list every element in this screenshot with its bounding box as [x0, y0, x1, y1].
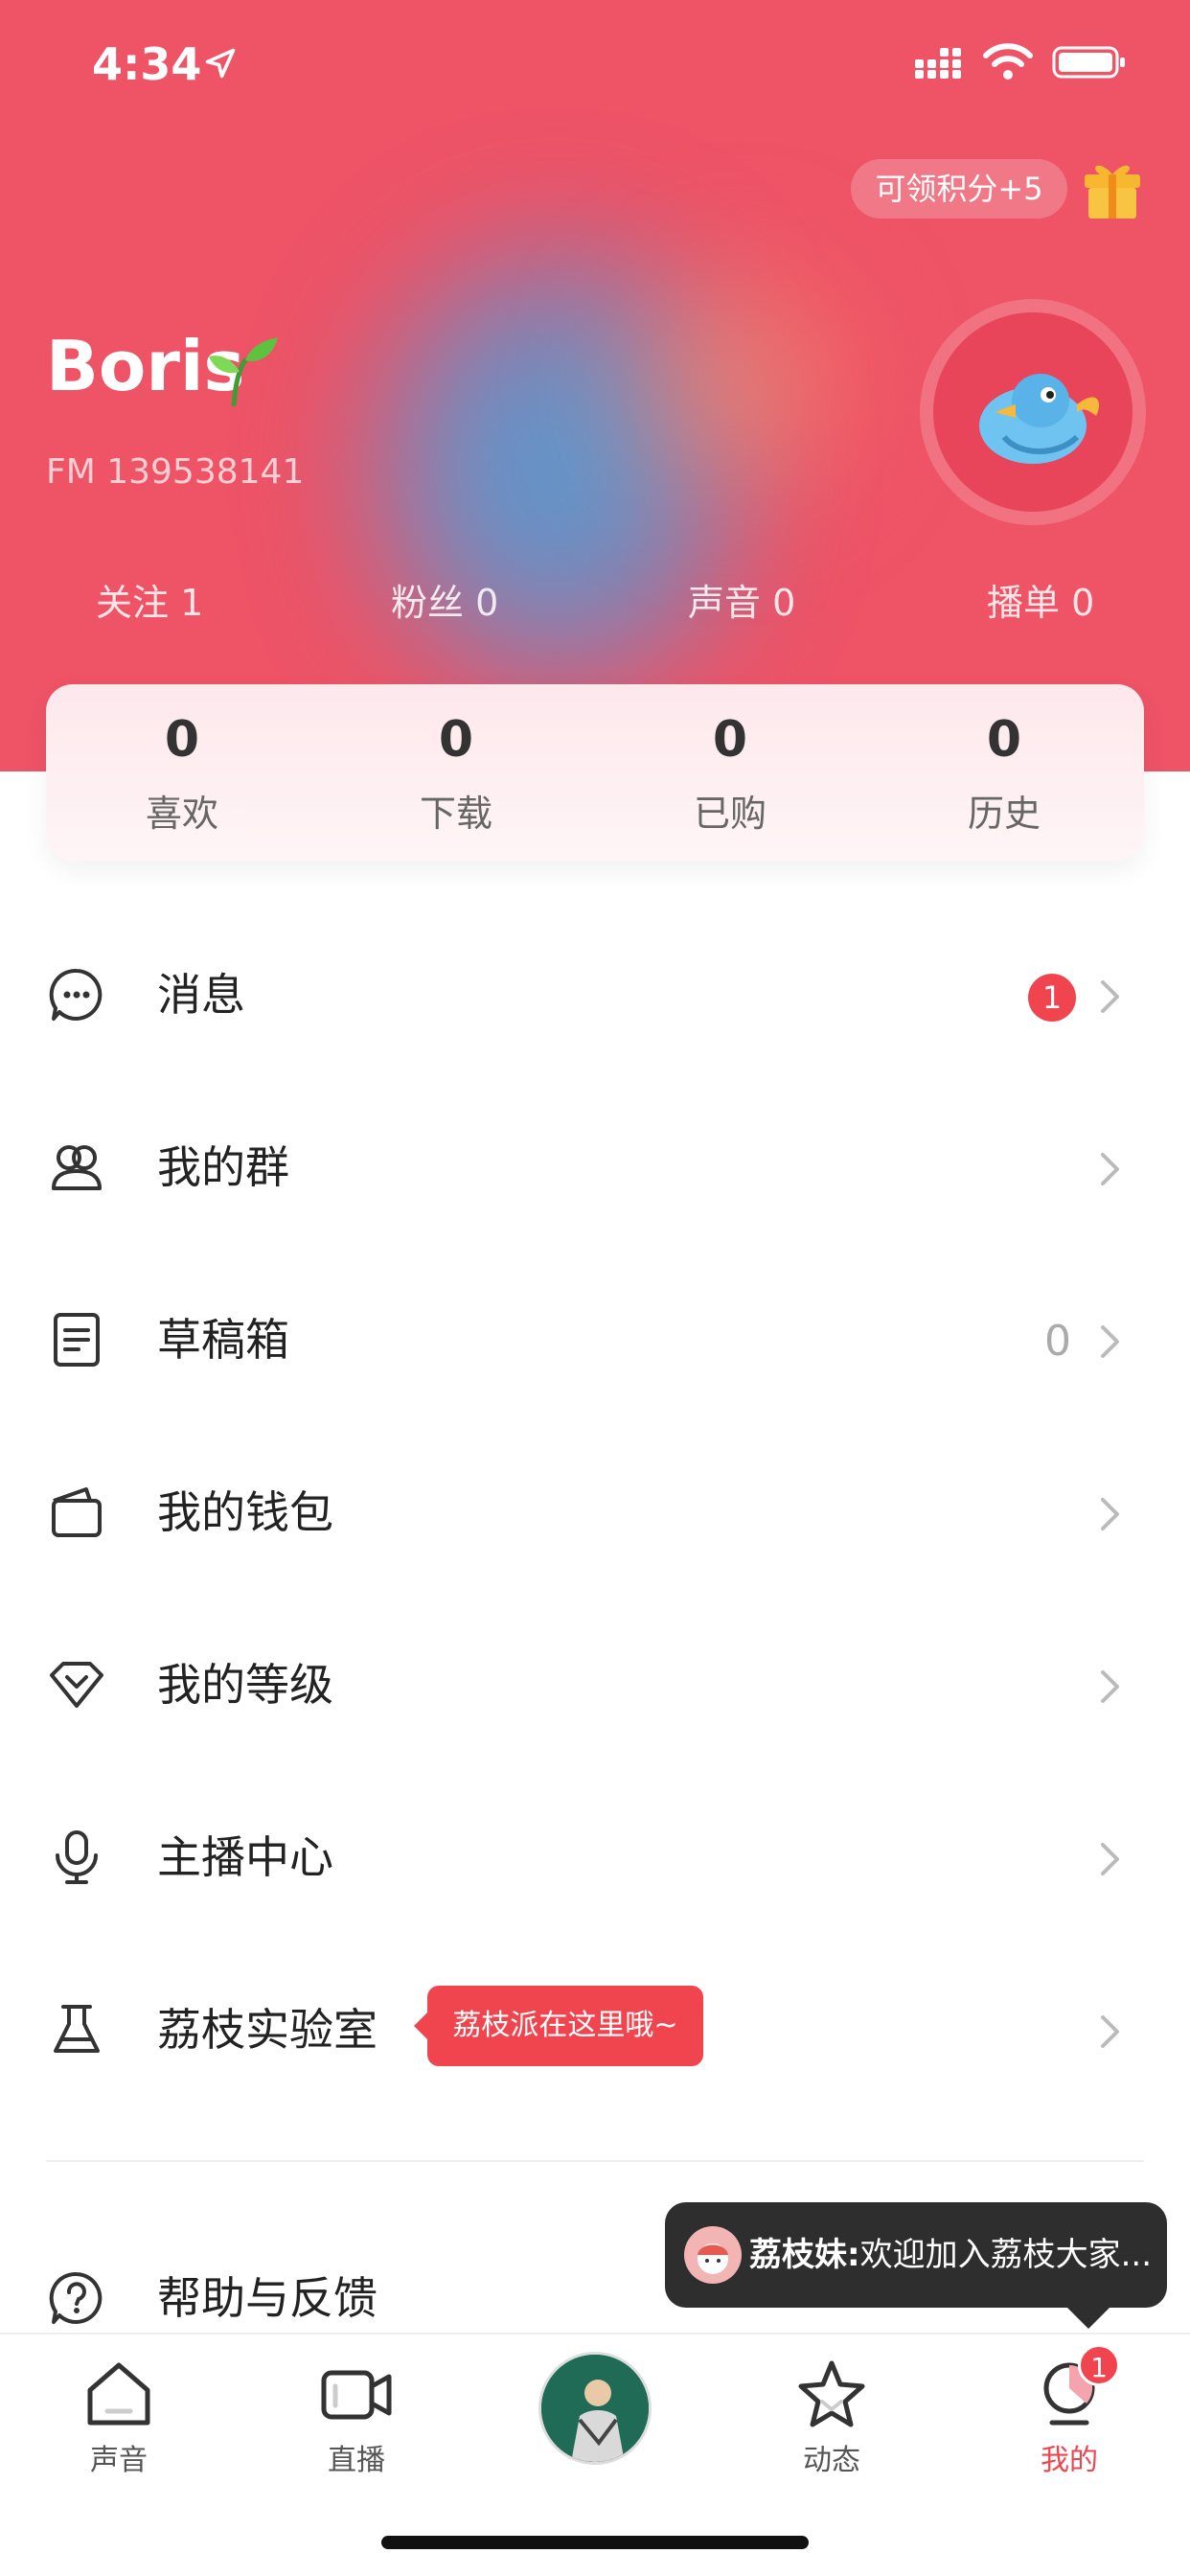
chevron-right-icon [1101, 1670, 1119, 1703]
history-value: 0 [986, 711, 1022, 769]
header-gradient-blob-orange [594, 240, 881, 527]
menu-label-anchor-center: 主播中心 [157, 1831, 333, 1883]
messages-badge: 1 [1028, 974, 1076, 1022]
battery-icon [1052, 46, 1125, 79]
toast-text: 荔枝妹:欢迎加入荔枝大家... [749, 2229, 1152, 2281]
menu-item-messages[interactable]: 消息 1 [0, 907, 1190, 1079]
menu-label-messages: 消息 [157, 969, 245, 1021]
menu-item-level[interactable]: 我的等级 [0, 1597, 1190, 1769]
tab-label-feed: 动态 [803, 2444, 860, 2477]
toast-avatar [684, 2226, 742, 2284]
tab-label-sound: 声音 [90, 2444, 148, 2477]
home-icon [87, 2362, 150, 2426]
card-item-downloads[interactable]: 0 下载 [360, 711, 552, 837]
toast-message: 欢迎加入荔枝大家... [859, 2236, 1152, 2274]
home-indicator [381, 2536, 809, 2549]
tab-label-live: 直播 [328, 2444, 385, 2477]
downloads-label: 下载 [419, 793, 492, 835]
welcome-toast[interactable]: 荔枝妹:欢迎加入荔枝大家... [665, 2202, 1167, 2329]
video-icon [321, 2370, 392, 2420]
following-count[interactable]: 关注 1 [96, 573, 203, 626]
level-icon [50, 1662, 103, 1708]
chevron-right-icon [1101, 1153, 1119, 1185]
tab-live[interactable]: 直播 [289, 2356, 423, 2478]
chevron-right-icon [1101, 980, 1119, 1013]
chevron-right-icon [1101, 1498, 1119, 1530]
menu-item-wallet[interactable]: 我的钱包 [0, 1424, 1190, 1597]
history-label: 历史 [967, 793, 1041, 835]
purchased-value: 0 [712, 711, 748, 769]
playlists-count[interactable]: 播单 0 [987, 573, 1094, 626]
chevron-right-icon [1101, 1325, 1119, 1358]
wifi-icon [983, 43, 1033, 80]
library-card: 0 喜欢 0 下载 0 已购 0 历史 [46, 684, 1144, 861]
star-icon [798, 2360, 865, 2427]
card-item-history[interactable]: 0 历史 [908, 711, 1100, 837]
chevron-right-icon [1101, 1843, 1119, 1875]
toast-sender: 荔枝妹: [749, 2236, 860, 2274]
claim-points-button[interactable]: 可领积分+5 [851, 159, 1067, 218]
group-icon [52, 1145, 102, 1190]
wallet-icon [52, 1487, 102, 1537]
card-item-purchased[interactable]: 0 已购 [634, 711, 826, 837]
lab-tooltip: 荔枝派在这里哦~ [414, 1986, 703, 2066]
status-time: 4:34 [92, 38, 202, 90]
sprout-icon [209, 337, 278, 406]
flask-icon [54, 2005, 100, 2053]
sounds-count[interactable]: 声音 0 [688, 573, 795, 626]
likes-label: 喜欢 [145, 793, 218, 835]
menu-label-drafts: 草稿箱 [157, 1314, 289, 1366]
tab-feed[interactable]: 动态 [765, 2356, 899, 2478]
drafts-count: 0 [1044, 1317, 1071, 1366]
chevron-right-icon [1101, 2015, 1119, 2048]
menu-item-drafts[interactable]: 草稿箱 0 [0, 1252, 1190, 1424]
downloads-value: 0 [438, 711, 474, 769]
person-photo [541, 2355, 649, 2462]
menu-label-level: 我的等级 [157, 1659, 333, 1711]
menu-label-help: 帮助与反馈 [157, 2272, 378, 2324]
card-item-likes[interactable]: 0 喜欢 [86, 711, 278, 837]
followers-count[interactable]: 粉丝 0 [391, 573, 498, 626]
tab-sound[interactable]: 声音 [52, 2356, 186, 2478]
microphone-icon [56, 1830, 98, 1884]
bird-mascot-icon [979, 374, 1100, 464]
tab-label-me: 我的 [1041, 2444, 1098, 2477]
purchased-label: 已购 [693, 793, 767, 835]
fm-id: FM 139538141 [46, 452, 305, 492]
likes-value: 0 [164, 711, 200, 769]
status-bar: 4:34 [0, 0, 1190, 125]
center-record-avatar[interactable] [538, 2352, 652, 2465]
gift-icon[interactable] [1081, 153, 1144, 220]
location-arrow-icon [205, 48, 236, 79]
me-tab-badge: 1 [1078, 2344, 1120, 2386]
avatar[interactable] [933, 312, 1133, 512]
menu-label-lab: 荔枝实验室 [157, 2004, 378, 2056]
menu-label-my-groups: 我的群 [157, 1141, 289, 1193]
drafts-icon [54, 1313, 100, 1367]
menu-item-my-groups[interactable]: 我的群 [0, 1079, 1190, 1252]
message-icon [49, 968, 103, 1021]
lychee-mascot-icon [698, 2243, 728, 2274]
help-icon [49, 2271, 103, 2324]
cellular-signal-icon [915, 48, 961, 79]
menu-item-anchor-center[interactable]: 主播中心 [0, 1769, 1190, 1942]
menu-label-wallet: 我的钱包 [157, 1486, 333, 1538]
menu-divider [46, 2160, 1144, 2162]
